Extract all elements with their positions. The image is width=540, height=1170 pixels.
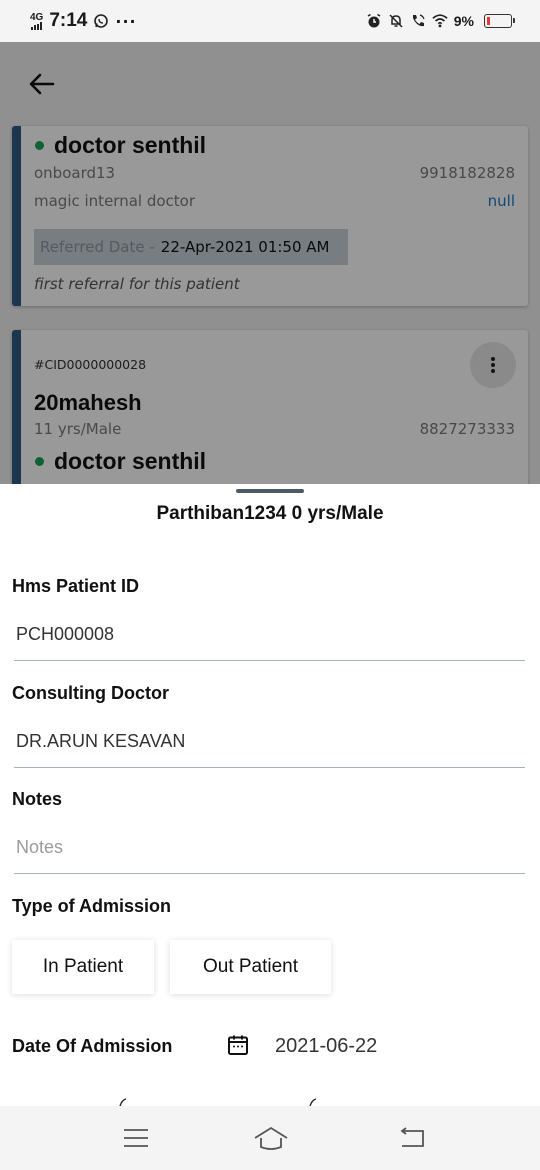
next-field-peek <box>119 1098 317 1106</box>
sheet-drag-handle[interactable] <box>236 489 304 493</box>
signal-bars-icon: 4G <box>30 11 44 30</box>
home-icon <box>254 1126 288 1150</box>
admission-type-label: Type of Admission <box>12 896 172 916</box>
sheet-title: Parthiban1234 0 yrs/Male <box>156 503 384 524</box>
battery-percent: 9% <box>453 13 474 29</box>
out-patient-button[interactable]: Out Patient <box>170 940 331 994</box>
date-of-admission-label: Date Of Admission <box>12 1036 173 1056</box>
date-of-admission-value[interactable]: 2021-06-22 <box>275 1035 377 1058</box>
consulting-doctor-label: Consulting Doctor <box>12 683 169 703</box>
menu-button[interactable] <box>120 1122 152 1154</box>
admission-bottom-sheet: Parthiban1234 0 yrs/Male Hms Patient ID … <box>0 484 540 1106</box>
wifi-calling-icon <box>410 13 426 29</box>
system-nav-bar <box>0 1106 540 1170</box>
status-left: 4G 7:14 ··· <box>30 10 137 32</box>
in-patient-button[interactable]: In Patient <box>12 940 154 994</box>
dnd-bell-off-icon <box>388 13 404 29</box>
wifi-icon <box>432 13 448 29</box>
alarm-icon <box>366 13 382 29</box>
hms-patient-id-input[interactable] <box>14 609 525 661</box>
notes-label: Notes <box>12 789 63 809</box>
clock: 7:14 <box>49 10 88 31</box>
scrim-overlay[interactable] <box>0 42 540 484</box>
back-nav-button[interactable] <box>396 1122 428 1154</box>
consulting-doctor-input[interactable] <box>14 716 525 768</box>
status-bar: 4G 7:14 ··· 9% <box>0 0 540 42</box>
menu-icon <box>124 1129 148 1147</box>
hms-patient-id-label: Hms Patient ID <box>12 576 140 596</box>
whatsapp-icon <box>93 13 109 29</box>
back-icon <box>400 1127 424 1147</box>
status-right: 9% <box>366 13 515 29</box>
calendar-icon[interactable] <box>226 1033 250 1057</box>
battery-fill <box>487 17 490 25</box>
network-type: 4G <box>30 11 44 23</box>
notes-input[interactable] <box>14 822 525 874</box>
overflow-notifications: ··· <box>115 11 137 31</box>
battery-icon <box>484 14 515 28</box>
home-button[interactable] <box>252 1122 290 1154</box>
